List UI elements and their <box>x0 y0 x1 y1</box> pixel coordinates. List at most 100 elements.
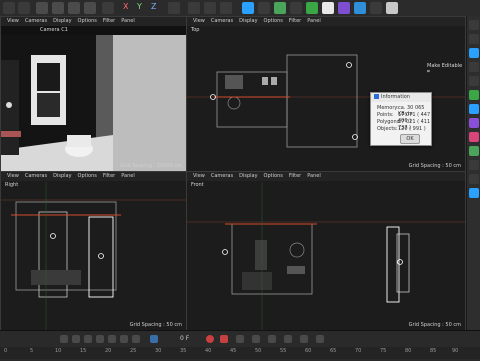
deformer-icon[interactable] <box>338 2 350 14</box>
polygons-mode-icon[interactable] <box>469 90 479 100</box>
redo-icon[interactable] <box>18 2 30 14</box>
menu-panel[interactable]: Panel <box>121 18 135 24</box>
keyframe-position-icon[interactable] <box>252 335 260 343</box>
subdivision-icon[interactable] <box>274 2 286 14</box>
timeline-panel: 0 F 0 5 10 15 20 25 30 35 40 45 50 55 60… <box>0 330 480 361</box>
ruler-tick: 45 <box>230 348 237 354</box>
tweak-mode-icon[interactable] <box>469 132 479 142</box>
ruler-tick: 85 <box>430 348 437 354</box>
ruler-tick: 15 <box>80 348 87 354</box>
ruler-tick: 25 <box>130 348 137 354</box>
menu-options[interactable]: Options <box>264 18 283 24</box>
menu-filter[interactable]: Filter <box>103 173 115 179</box>
points-mode-icon[interactable] <box>469 62 479 72</box>
current-frame-field[interactable]: 0 F <box>180 335 189 342</box>
axis-x-toggle[interactable]: X <box>123 2 128 11</box>
render-settings-icon[interactable] <box>220 2 232 14</box>
solo-icon[interactable] <box>469 188 479 198</box>
keyframe-scale-icon[interactable] <box>284 335 292 343</box>
object-mode-icon[interactable] <box>469 48 479 58</box>
menu-filter[interactable]: Filter <box>289 18 301 24</box>
camera-icon[interactable] <box>370 2 382 14</box>
render-picture-viewer-icon[interactable] <box>204 2 216 14</box>
cube-icon[interactable] <box>242 2 254 14</box>
floor-icon[interactable] <box>354 2 366 14</box>
go-to-start-icon[interactable] <box>60 335 68 343</box>
objects-label: Objects: <box>377 126 398 132</box>
viewport-front[interactable]: View Cameras Display Options Filter Panel Fro… <box>186 171 466 331</box>
generator-icon[interactable] <box>306 2 318 14</box>
menu-view[interactable]: View <box>7 173 19 179</box>
light-icon[interactable] <box>386 2 398 14</box>
coordinate-system-icon[interactable] <box>168 2 180 14</box>
array-icon[interactable] <box>290 2 302 14</box>
viewport-menu-bar: View Cameras Display Options Filter Panel <box>1 172 186 181</box>
move-icon[interactable] <box>52 2 64 14</box>
render-view-icon[interactable] <box>188 2 200 14</box>
info-icon <box>374 94 379 99</box>
snap-icon[interactable] <box>469 146 479 156</box>
recent-tools-icon[interactable] <box>102 2 114 14</box>
viewport-perspective[interactable]: View Cameras Display Options Filter Panel Cam… <box>0 16 187 172</box>
grid-spacing-label: Grid Spacing : 50 cm <box>408 322 461 328</box>
menu-display[interactable]: Display <box>53 18 71 24</box>
front-view-geometry <box>187 182 465 330</box>
viewport-right[interactable]: View Cameras Display Options Filter Panel Rig… <box>0 171 187 331</box>
memory-label: Memory: <box>377 105 399 111</box>
menu-filter[interactable]: Filter <box>103 18 115 24</box>
uv-mode-icon[interactable] <box>469 104 479 114</box>
points-label: Points: <box>377 112 394 118</box>
live-selection-icon[interactable] <box>36 2 48 14</box>
axis-mode-icon[interactable] <box>469 118 479 128</box>
workplane-icon[interactable] <box>469 160 479 170</box>
locked-workplane-icon[interactable] <box>469 174 479 184</box>
rotate-icon[interactable] <box>84 2 96 14</box>
menu-cameras[interactable]: Cameras <box>25 173 47 179</box>
play-icon[interactable] <box>96 335 104 343</box>
make-editable-icon[interactable] <box>469 20 479 30</box>
record-icon[interactable] <box>206 335 214 343</box>
field-icon[interactable] <box>322 2 334 14</box>
loop-icon[interactable] <box>150 335 158 343</box>
menu-panel[interactable]: Panel <box>307 173 321 179</box>
keyframe-param-icon[interactable] <box>300 335 308 343</box>
ruler-tick: 70 <box>355 348 362 354</box>
menu-cameras[interactable]: Cameras <box>211 173 233 179</box>
previous-key-icon[interactable] <box>72 335 80 343</box>
menu-view[interactable]: View <box>193 18 205 24</box>
edges-mode-icon[interactable] <box>469 76 479 86</box>
key-selection-icon[interactable] <box>236 335 244 343</box>
menu-options[interactable]: Options <box>78 173 97 179</box>
scale-icon[interactable] <box>68 2 80 14</box>
menu-filter[interactable]: Filter <box>289 173 301 179</box>
go-to-end-icon[interactable] <box>132 335 140 343</box>
render-scene <box>1 35 186 171</box>
next-frame-icon[interactable] <box>108 335 116 343</box>
axis-y-toggle[interactable]: Y <box>137 2 142 11</box>
menu-display[interactable]: Display <box>53 173 71 179</box>
grid-spacing-label: Grid Spacing : 50 cm <box>408 163 461 169</box>
menu-cameras[interactable]: Cameras <box>25 18 47 24</box>
menu-options[interactable]: Options <box>78 18 97 24</box>
menu-display[interactable]: Display <box>239 18 257 24</box>
axis-z-toggle[interactable]: Z <box>151 2 156 11</box>
menu-view[interactable]: View <box>7 18 19 24</box>
ok-button[interactable]: OK <box>400 134 420 144</box>
undo-icon[interactable] <box>3 2 15 14</box>
spline-pen-icon[interactable] <box>258 2 270 14</box>
model-mode-icon[interactable] <box>469 34 479 44</box>
menu-display[interactable]: Display <box>239 173 257 179</box>
menu-options[interactable]: Options <box>264 173 283 179</box>
keyframe-rotation-icon[interactable] <box>268 335 276 343</box>
viewport-menu-bar: View Cameras Display Options Filter Panel <box>187 172 465 181</box>
menu-panel[interactable]: Panel <box>307 18 321 24</box>
mode-palette <box>466 16 480 344</box>
keyframe-pla-icon[interactable] <box>316 335 324 343</box>
menu-panel[interactable]: Panel <box>121 173 135 179</box>
previous-frame-icon[interactable] <box>84 335 92 343</box>
next-key-icon[interactable] <box>120 335 128 343</box>
frame-ruler[interactable]: 0 5 10 15 20 25 30 35 40 45 50 55 60 65 … <box>0 347 480 359</box>
autokey-icon[interactable] <box>220 335 228 343</box>
menu-view[interactable]: View <box>193 173 205 179</box>
menu-cameras[interactable]: Cameras <box>211 18 233 24</box>
